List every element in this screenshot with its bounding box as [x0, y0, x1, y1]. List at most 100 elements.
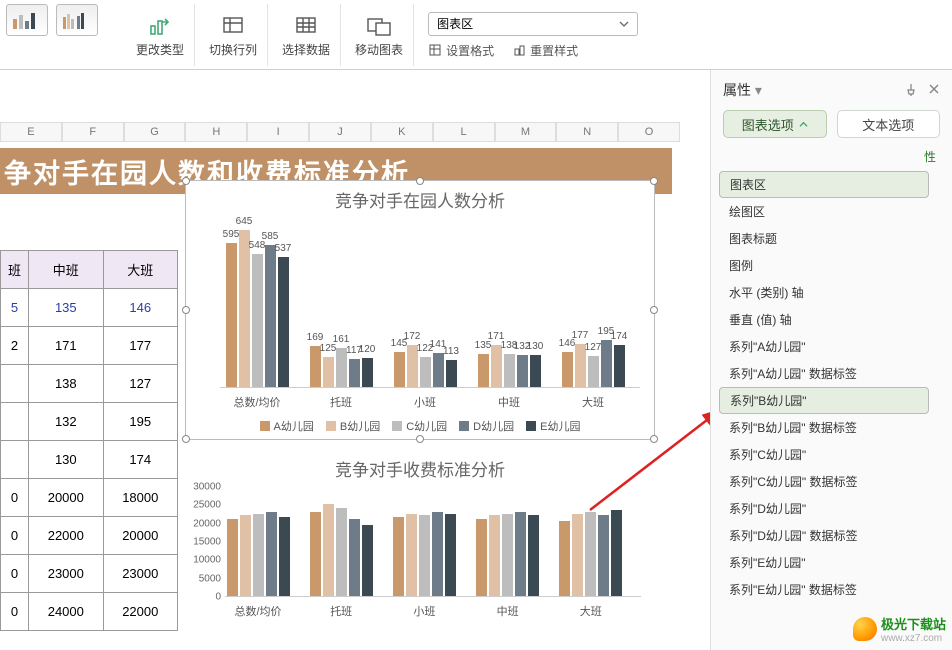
bar[interactable]: 548 [252, 254, 263, 387]
bar[interactable]: 146 [562, 352, 573, 387]
chart-style-thumb-2[interactable] [56, 4, 98, 36]
data-table: 班中班大班 5135146217117713812713219513017402… [0, 250, 178, 631]
element-list-item[interactable]: 系列"B幼儿园" [719, 387, 929, 414]
chart-style-thumb-1[interactable] [6, 4, 48, 36]
bar[interactable] [393, 517, 404, 596]
element-list-item[interactable]: 系列"B幼儿园" 数据标签 [719, 414, 944, 441]
bar[interactable] [515, 512, 526, 596]
bar[interactable]: 141 [433, 353, 444, 387]
element-list-item[interactable]: 系列"C幼儿园" [719, 441, 944, 468]
element-list-item[interactable]: 图表区 [719, 171, 929, 198]
bar[interactable] [362, 525, 373, 597]
bar[interactable]: 138 [504, 354, 515, 388]
tab-chart-options[interactable]: 图表选项 [723, 110, 827, 138]
col-G[interactable]: G [124, 122, 186, 142]
bar[interactable] [528, 515, 539, 596]
bar[interactable]: 585 [265, 245, 276, 387]
legend-item[interactable]: E幼儿园 [526, 418, 580, 434]
bar[interactable] [310, 512, 321, 596]
col-F[interactable]: F [62, 122, 124, 142]
bar[interactable]: 127 [588, 356, 599, 387]
bar[interactable] [489, 515, 500, 596]
bar[interactable] [502, 514, 513, 597]
bar[interactable] [349, 519, 360, 596]
close-icon[interactable] [928, 83, 940, 95]
col-M[interactable]: M [495, 122, 557, 142]
element-list-item[interactable]: 绘图区 [719, 198, 944, 225]
bar[interactable] [227, 519, 238, 596]
bar[interactable] [266, 512, 277, 596]
bar[interactable]: 113 [446, 360, 457, 387]
bar[interactable]: 132 [517, 355, 528, 387]
bar[interactable]: 145 [394, 352, 405, 387]
bar[interactable] [585, 512, 596, 596]
bar[interactable] [559, 521, 570, 596]
reset-icon [512, 43, 526, 57]
element-list-item[interactable]: 系列"D幼儿园" 数据标签 [719, 522, 944, 549]
element-list-item[interactable]: 垂直 (值) 轴 [719, 306, 944, 333]
bar[interactable] [406, 514, 417, 597]
bar[interactable]: 130 [530, 355, 541, 387]
bar[interactable]: 161 [336, 348, 347, 387]
bar[interactable]: 117 [349, 359, 360, 387]
bar[interactable] [611, 510, 622, 596]
legend-item[interactable]: D幼儿园 [459, 418, 514, 434]
col-I[interactable]: I [247, 122, 309, 142]
element-list-item[interactable]: 系列"A幼儿园" 数据标签 [719, 360, 944, 387]
pin-icon[interactable] [904, 83, 918, 97]
bar[interactable] [445, 514, 456, 597]
legend-item[interactable]: C幼儿园 [392, 418, 447, 434]
bar[interactable]: 595 [226, 243, 237, 388]
chart-element-selector[interactable]: 图表区 [428, 12, 638, 36]
col-J[interactable]: J [309, 122, 371, 142]
element-list-item[interactable]: 系列"D幼儿园" [719, 495, 944, 522]
element-list-item[interactable]: 系列"E幼儿园" 数据标签 [719, 576, 944, 603]
bar[interactable]: 125 [323, 357, 334, 387]
bar[interactable] [598, 515, 609, 596]
element-list-item[interactable]: 系列"E幼儿园" [719, 549, 944, 576]
tab-text-options[interactable]: 文本选项 [837, 110, 941, 138]
element-list: 图表区绘图区图表标题图例水平 (类别) 轴垂直 (值) 轴系列"A幼儿园"系列"… [711, 171, 952, 603]
col-N[interactable]: N [556, 122, 618, 142]
bar[interactable]: 195 [601, 340, 612, 387]
col-K[interactable]: K [371, 122, 433, 142]
move-chart-button[interactable]: 移动图表 [345, 4, 414, 66]
select-data-button[interactable]: 选择数据 [272, 4, 341, 66]
legend-item[interactable]: A幼儿园 [260, 418, 314, 434]
bar[interactable] [323, 504, 334, 596]
element-list-item[interactable]: 图例 [719, 252, 944, 279]
col-L[interactable]: L [433, 122, 495, 142]
legend-item[interactable]: B幼儿园 [326, 418, 380, 434]
bar[interactable]: 174 [614, 345, 625, 387]
bar[interactable]: 171 [491, 345, 502, 387]
bar[interactable] [419, 515, 430, 596]
select-data-label: 选择数据 [282, 41, 330, 58]
bar[interactable] [240, 515, 251, 596]
col-H[interactable]: H [185, 122, 247, 142]
chart-frame-2[interactable]: 竞争对手收费标准分析 05000100001500020000250003000… [185, 450, 655, 640]
change-type-button[interactable]: 更改类型 [126, 4, 195, 66]
bar[interactable] [572, 514, 583, 597]
bar[interactable]: 120 [362, 358, 373, 387]
bar[interactable] [476, 519, 487, 596]
bar[interactable] [432, 512, 443, 596]
bar[interactable] [253, 514, 264, 597]
bar[interactable]: 122 [420, 357, 431, 387]
reset-style-button[interactable]: 重置样式 [512, 42, 578, 59]
chart-frame-1[interactable]: 竞争对手在园人数分析 59564554858553716912516111712… [185, 180, 655, 440]
element-list-item[interactable]: 图表标题 [719, 225, 944, 252]
y-tick: 5000 [189, 573, 225, 584]
col-E[interactable]: E [0, 122, 62, 142]
change-type-label: 更改类型 [136, 41, 184, 58]
element-list-item[interactable]: 系列"C幼儿园" 数据标签 [719, 468, 944, 495]
bar[interactable] [279, 517, 290, 596]
bar[interactable]: 645 [239, 230, 250, 387]
element-list-item[interactable]: 水平 (类别) 轴 [719, 279, 944, 306]
bar[interactable]: 537 [278, 257, 289, 387]
col-O[interactable]: O [618, 122, 680, 142]
bar[interactable] [336, 508, 347, 596]
switch-rowcol-button[interactable]: 切换行列 [199, 4, 268, 66]
bar[interactable]: 135 [478, 354, 489, 387]
element-list-item[interactable]: 系列"A幼儿园" [719, 333, 944, 360]
set-format-button[interactable]: 设置格式 [428, 42, 494, 59]
